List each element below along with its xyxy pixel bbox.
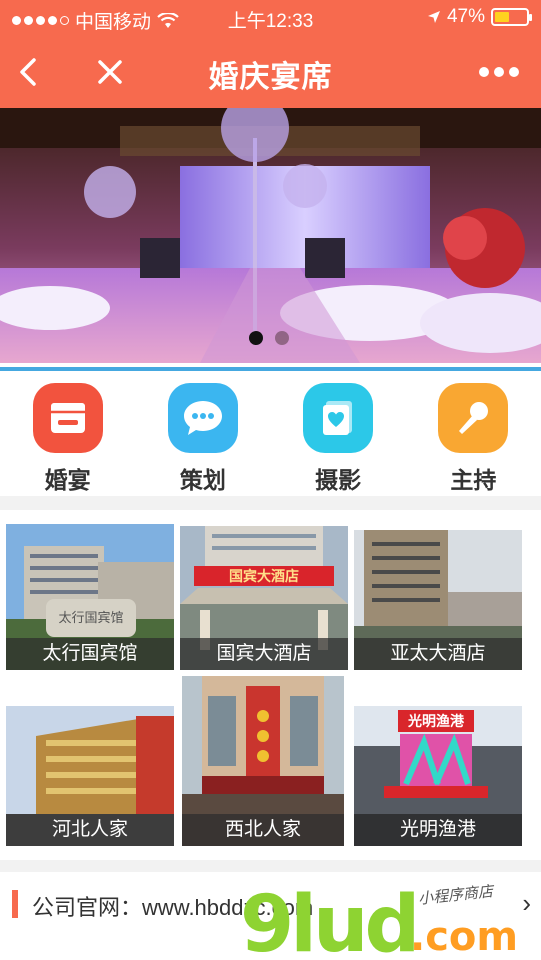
svg-text:太行国宾馆: 太行国宾馆	[58, 610, 123, 626]
more-button[interactable]	[471, 50, 527, 94]
banner-divider	[0, 363, 541, 371]
carousel-dot[interactable]	[249, 331, 263, 345]
battery-icon	[491, 8, 532, 26]
category-planning[interactable]: 策划	[135, 371, 270, 496]
hotel-tile-guangming[interactable]: 光明渔港 光明渔港	[354, 706, 522, 846]
hotel-tile-yatai[interactable]: 亚太大酒店	[354, 530, 522, 670]
storefront-icon	[32, 383, 103, 453]
accent-bar	[12, 890, 18, 918]
category-host[interactable]: 主持	[406, 371, 541, 496]
nav-bar: 婚庆宴席	[0, 36, 541, 108]
more-dots-icon	[479, 67, 519, 77]
category-label: 婚宴	[44, 467, 91, 493]
watermark-domain: .com	[410, 914, 519, 960]
category-label: 摄影	[315, 467, 362, 493]
hotel-tile-taihang[interactable]: 太行国宾馆 太行国宾馆	[6, 524, 174, 670]
svg-text:国宾大酒店: 国宾大酒店	[229, 568, 299, 585]
category-label: 策划	[179, 467, 226, 493]
battery-fill	[495, 12, 510, 22]
watermark-logo: 9lud .com 小程序商店	[240, 880, 540, 960]
microphone-icon	[438, 383, 509, 453]
watermark-brand: 9lud	[240, 880, 420, 960]
status-bar: 中国移动 上午12:33 47%	[0, 0, 541, 36]
carousel-dot[interactable]	[275, 331, 289, 345]
hotel-grid: 太行国宾馆 太行国宾馆 国宾大酒店 国宾大酒店 亚太大酒店 河北人家 西北人家 …	[0, 510, 541, 860]
hotel-tile-xibei[interactable]: 西北人家	[182, 676, 344, 846]
banner-carousel[interactable]	[0, 108, 541, 363]
category-photography[interactable]: 摄影	[271, 371, 406, 496]
photo-album-icon	[303, 383, 374, 453]
hotel-name: 亚太大酒店	[354, 638, 522, 670]
hotel-tile-hebei[interactable]: 河北人家	[6, 706, 174, 846]
chat-bubble-icon	[167, 383, 238, 453]
banner-image	[0, 108, 541, 363]
hotel-name: 光明渔港	[354, 814, 522, 846]
carousel-indicator	[249, 331, 289, 345]
watermark-tagline: 小程序商店	[417, 882, 494, 908]
category-wedding-banquet[interactable]: 婚宴	[0, 371, 135, 496]
hotel-name: 西北人家	[182, 814, 344, 846]
hotel-name: 国宾大酒店	[180, 638, 348, 670]
category-label: 主持	[450, 467, 497, 493]
page-title: 婚庆宴席	[208, 61, 333, 94]
battery-percent: 47%	[446, 6, 485, 27]
svg-text:光明渔港: 光明渔港	[407, 713, 465, 730]
hotel-name: 河北人家	[6, 814, 174, 846]
category-menu: 婚宴 策划 摄影 主持	[0, 371, 541, 496]
location-arrow-icon	[427, 11, 440, 23]
hotel-tile-guobin[interactable]: 国宾大酒店 国宾大酒店	[180, 526, 348, 670]
hotel-name: 太行国宾馆	[6, 638, 174, 670]
